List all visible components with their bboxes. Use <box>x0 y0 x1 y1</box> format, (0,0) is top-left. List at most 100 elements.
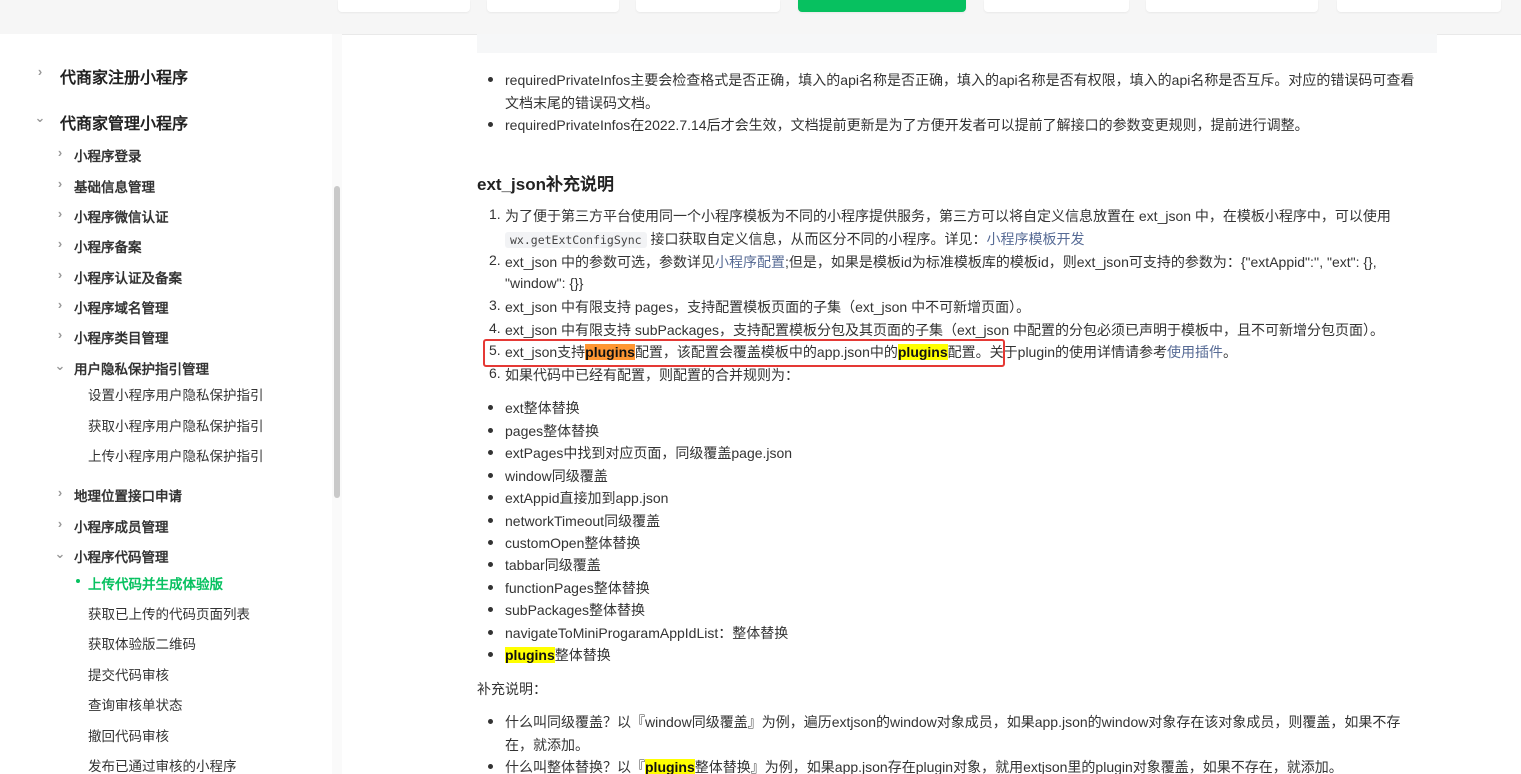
rule-item: customOpen整体替换 <box>505 535 641 551</box>
chevron-right-icon: › <box>57 206 63 221</box>
bullet-dot <box>488 562 493 567</box>
bullet-dot <box>488 764 493 769</box>
sidebar-nav: › 代商家注册小程序 ⌄ 代商家管理小程序 › 小程序登录 › 基础信息管理 ›… <box>0 34 332 774</box>
sidebar-item-label: 获取体验版二维码 <box>88 637 196 652</box>
supplement-text-part: 整体替换』为例，如果app.json存在plugin对象，就用extjson里的… <box>694 759 1343 774</box>
rule-item: networkTimeout同级覆盖 <box>505 513 661 529</box>
bullet-dot <box>488 77 493 82</box>
doc-content: requiredPrivateInfos主要会检查格式是否正确，填入的api名称… <box>342 34 1521 774</box>
note-text: 文档末尾的错误码文档。 <box>505 95 659 111</box>
code-block <box>477 34 1437 53</box>
top-tab[interactable] <box>1146 0 1318 12</box>
search-highlight: plugins <box>645 759 695 774</box>
sidebar-item-label: 小程序登录 <box>74 149 142 164</box>
sidebar-item-label: 查询审核单状态 <box>88 698 183 713</box>
supplement-text: 什么叫同级覆盖？以『window同级覆盖』为例，遍历extjson的window… <box>505 714 1401 730</box>
top-tab-strip <box>0 0 1521 35</box>
sidebar-item-label: 获取已上传的代码页面列表 <box>88 607 250 622</box>
top-tab[interactable] <box>1337 0 1501 12</box>
supplement-title: 补充说明： <box>477 681 547 697</box>
list-number: 3. <box>489 297 501 313</box>
active-dot-icon <box>76 579 80 583</box>
top-tab[interactable] <box>487 0 619 12</box>
rule-item: tabbar同级覆盖 <box>505 557 601 573</box>
sidebar-item-label: 小程序认证及备案 <box>74 271 182 286</box>
sidebar-item-label: 小程序微信认证 <box>74 210 169 225</box>
sidebar-item-label: 小程序备案 <box>74 240 142 255</box>
chevron-right-icon: › <box>37 64 43 79</box>
list-item-text-part: ext_json 中的参数可选，参数详见 <box>505 254 716 270</box>
sidebar-item-label: 获取小程序用户隐私保护指引 <box>88 419 264 434</box>
sidebar-item-label: 用户隐私保护指引管理 <box>74 362 209 377</box>
bullet-dot <box>488 405 493 410</box>
inline-code: wx.getExtConfigSync <box>505 232 647 248</box>
supplement-text-part: 什么叫整体替换？以『 <box>505 759 645 774</box>
list-item-text: 为了便于第三方平台使用同一个小程序模板为不同的小程序提供服务，第三方可以将自定义… <box>505 208 1391 224</box>
rule-item: pages整体替换 <box>505 423 600 439</box>
sidebar-scrollbar-thumb[interactable] <box>334 186 340 498</box>
list-item-text: 如果代码中已经有配置，则配置的合并规则为： <box>505 367 799 383</box>
bullet-dot <box>488 630 493 635</box>
chevron-right-icon: › <box>57 297 63 312</box>
bullet-dot <box>488 719 493 724</box>
bullet-dot <box>488 495 493 500</box>
rule-item: navigateToMiniProgaramAppIdList：整体替换 <box>505 625 789 641</box>
sidebar-item-label: 上传小程序用户隐私保护指引 <box>88 449 264 464</box>
chevron-right-icon: › <box>57 236 63 251</box>
bullet-dot <box>488 607 493 612</box>
chevron-right-icon: › <box>57 485 63 500</box>
use-plugin-link[interactable]: 使用插件 <box>1167 344 1223 360</box>
bullet-dot <box>488 450 493 455</box>
sidebar-item-label: 设置小程序用户隐私保护指引 <box>88 388 264 403</box>
list-item-text-part: 接口获取自定义信息，从而区分不同的小程序。详见： <box>646 231 987 247</box>
list-item-text-part: 。 <box>1223 344 1238 360</box>
bullet-dot <box>488 540 493 545</box>
chevron-right-icon: › <box>57 145 63 160</box>
annotation-box <box>483 339 1005 367</box>
list-item-text: "window": {}} <box>505 275 584 291</box>
list-item-text-part: ;但是，如果是模板id为标准模板库的模板id，则ext_json可支持的参数为：… <box>785 254 1377 270</box>
app-config-link[interactable]: 小程序配置 <box>715 254 785 270</box>
rule-item: extPages中找到对应页面，同级覆盖page.json <box>505 445 793 461</box>
template-dev-link[interactable]: 小程序模板开发 <box>986 231 1084 247</box>
sidebar-item-label: 地理位置接口申请 <box>74 489 182 504</box>
chevron-down-icon: ⌄ <box>34 110 46 125</box>
sidebar-item-label: 代商家注册小程序 <box>60 70 189 87</box>
chevron-right-icon: › <box>57 516 63 531</box>
list-item-text: ext_json 中有限支持 subPackages，支持配置模板分包及其页面的… <box>505 322 1385 338</box>
note-text: requiredPrivateInfos在2022.7.14后才会生效，文档提前… <box>505 117 1309 133</box>
supplement-text: 什么叫整体替换？以『plugins整体替换』为例，如果app.json存在plu… <box>505 757 1343 774</box>
rule-item-part: 整体替换 <box>554 647 611 663</box>
chevron-down-icon: ⌄ <box>54 546 66 561</box>
sidebar-item-label: 提交代码审核 <box>88 668 169 683</box>
sidebar-item-label: 小程序成员管理 <box>74 520 169 535</box>
chevron-down-icon: ⌄ <box>54 358 66 373</box>
top-tab[interactable] <box>636 0 780 12</box>
bullet-dot <box>488 585 493 590</box>
list-item-text: wx.getExtConfigSync 接口获取自定义信息，从而区分不同的小程序… <box>505 229 1084 249</box>
sidebar-item-label: 代商家管理小程序 <box>60 116 189 133</box>
sidebar-item-label: 基础信息管理 <box>74 180 155 195</box>
bullet-dot <box>488 428 493 433</box>
list-number: 2. <box>489 252 501 268</box>
rule-item: ext整体替换 <box>505 400 580 416</box>
rule-item: subPackages整体替换 <box>505 602 646 618</box>
list-number: 4. <box>489 320 501 336</box>
bullet-dot <box>488 652 493 657</box>
sidebar-item-label: 上传代码并生成体验版 <box>88 577 223 592</box>
sidebar-item-label: 小程序类目管理 <box>74 331 169 346</box>
top-tab[interactable] <box>338 0 470 12</box>
rule-item: extAppid直接加到app.json <box>505 490 669 506</box>
rule-item: window同级覆盖 <box>505 468 608 484</box>
search-highlight: plugins <box>505 647 555 663</box>
sidebar-item-label: 发布已通过审核的小程序 <box>88 759 237 774</box>
supplement-text: 在，就添加。 <box>505 737 589 753</box>
top-tab[interactable] <box>984 0 1129 12</box>
top-tab-active[interactable] <box>798 0 966 12</box>
bullet-dot <box>488 122 493 127</box>
section-title: ext_json补充说明 <box>477 175 614 194</box>
sidebar-item-label: 撤回代码审核 <box>88 729 169 744</box>
chevron-right-icon: › <box>57 327 63 342</box>
rule-item: functionPages整体替换 <box>505 580 650 596</box>
chevron-right-icon: › <box>57 176 63 191</box>
